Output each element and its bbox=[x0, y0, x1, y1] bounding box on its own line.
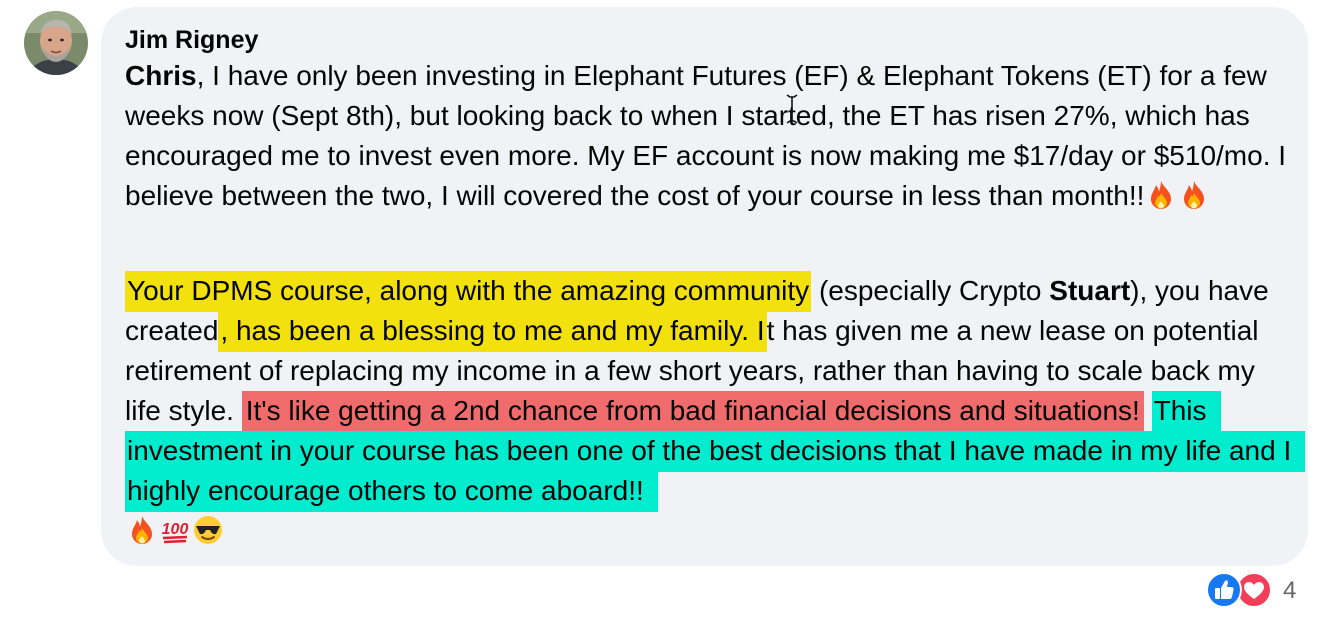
comment-paragraph-2: Your DPMS course, along with the amazing… bbox=[125, 271, 1306, 551]
fire-emoji bbox=[1151, 181, 1172, 209]
comment-author[interactable]: Jim Rigney bbox=[125, 25, 258, 55]
paragraph-1-text: , I have only been investing in Elephant… bbox=[125, 60, 1287, 211]
mention-chris[interactable]: Chris bbox=[125, 60, 197, 91]
avatar[interactable] bbox=[24, 11, 88, 75]
highlight-yellow-1: Your DPMS course, along with the amazing… bbox=[125, 271, 812, 312]
paragraph-2-text-d bbox=[1144, 395, 1152, 426]
fire-emoji bbox=[1184, 181, 1205, 209]
sunglasses-emoji bbox=[194, 516, 222, 544]
mention-stuart[interactable]: Stuart bbox=[1049, 275, 1130, 306]
reaction-count[interactable]: 4 bbox=[1283, 577, 1296, 605]
comment-paragraph-1: Chris, I have only been investing in Ele… bbox=[125, 56, 1297, 216]
paragraph-2-text-a: (especially Crypto bbox=[811, 275, 1050, 306]
highlight-red: It's like getting a 2nd chance from bad … bbox=[241, 391, 1144, 432]
text-cursor-icon bbox=[786, 94, 798, 124]
fire-emoji bbox=[132, 516, 152, 544]
svg-text:100: 100 bbox=[162, 521, 189, 538]
highlight-yellow-2: , has been a blessing to me and my famil… bbox=[218, 311, 767, 352]
like-icon bbox=[1206, 572, 1242, 608]
hundred-points-emoji: 100 bbox=[162, 521, 189, 544]
